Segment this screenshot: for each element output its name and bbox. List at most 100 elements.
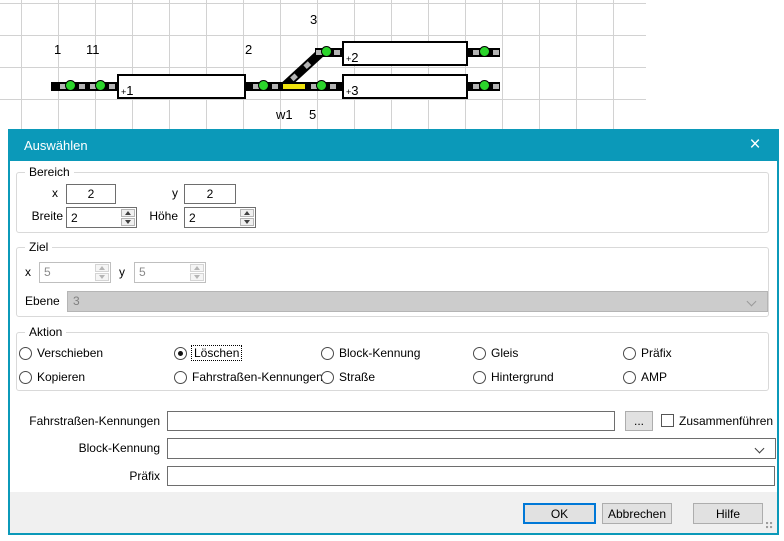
- radio-fahrstrassen-kennungen[interactable]: Fahrstraßen-Kennungen: [174, 370, 323, 384]
- spin-down-button[interactable]: [240, 218, 254, 226]
- ziel-x-stepper: 5: [39, 262, 111, 283]
- breite-label: Breite: [22, 209, 63, 224]
- spin-buttons: [189, 263, 205, 282]
- block-kennung-select[interactable]: [167, 438, 776, 459]
- radio-strasse[interactable]: Straße: [321, 370, 375, 384]
- merge-checkbox[interactable]: [661, 414, 674, 427]
- spin-buttons: [94, 263, 110, 282]
- hoehe-stepper[interactable]: [184, 207, 256, 228]
- track-tie: [334, 50, 340, 55]
- track-segment[interactable]: [308, 82, 342, 91]
- arrow-up-icon: [125, 211, 131, 215]
- ziel-y-stepper: 5: [134, 262, 206, 283]
- spin-down-button: [95, 273, 109, 281]
- occupancy-sensor-icon[interactable]: [258, 80, 269, 91]
- block-2[interactable]: +2: [342, 41, 468, 66]
- app-window: +1 +2 +3 1 11 2 3 w1 5 Auswählen × Berei…: [0, 0, 784, 541]
- ebene-label: Ebene: [25, 294, 60, 309]
- track-segment[interactable]: [468, 82, 500, 91]
- routes-label: Fahrstraßen-Kennungen: [20, 414, 160, 429]
- spin-buttons: [120, 208, 136, 227]
- sensor-label-1: 1: [54, 42, 61, 57]
- track-segment[interactable]: [468, 48, 500, 57]
- track-tie: [330, 84, 336, 89]
- track-tie: [493, 50, 499, 55]
- sensor-label-5: 5: [309, 107, 316, 122]
- radio-block-kennung[interactable]: Block-Kennung: [321, 346, 420, 360]
- bereich-y-input[interactable]: [184, 184, 236, 204]
- arrow-down-icon: [125, 220, 131, 224]
- occupancy-sensor-icon[interactable]: [65, 80, 76, 91]
- ziel-y-label: y: [119, 265, 125, 280]
- track-tie: [493, 84, 499, 89]
- bereich-x-input[interactable]: [66, 184, 116, 204]
- group-aktion: Aktion Verschieben Löschen Block-Kennung…: [16, 332, 769, 391]
- occupancy-sensor-icon[interactable]: [479, 80, 490, 91]
- radio-label: Straße: [339, 370, 375, 384]
- radio-button-icon: [174, 347, 187, 360]
- track-segment[interactable]: [246, 82, 281, 91]
- occupancy-sensor-icon[interactable]: [321, 46, 332, 57]
- ziel-x-label: x: [25, 265, 31, 280]
- hoehe-label: Höhe: [145, 209, 178, 224]
- radio-button-icon: [19, 371, 32, 384]
- close-icon[interactable]: ×: [733, 131, 777, 161]
- help-button[interactable]: Hilfe: [693, 503, 763, 524]
- merge-label: Zusammenführen: [679, 414, 773, 429]
- occupancy-sensor-icon[interactable]: [95, 80, 106, 91]
- radio-amp[interactable]: AMP: [623, 370, 667, 384]
- block-1[interactable]: +1: [117, 74, 246, 99]
- occupancy-sensor-icon[interactable]: [479, 46, 490, 57]
- spin-up-button[interactable]: [240, 209, 254, 217]
- ziel-x-value: 5: [40, 263, 94, 282]
- bereich-x-label: x: [47, 186, 63, 201]
- ziel-y-value: 5: [135, 263, 189, 282]
- radio-label: Präfix: [641, 346, 672, 360]
- track-segment[interactable]: [315, 48, 342, 57]
- group-ziel-legend: Ziel: [25, 240, 52, 254]
- spin-up-button[interactable]: [121, 209, 135, 217]
- occupancy-sensor-icon[interactable]: [316, 80, 327, 91]
- radio-hintergrund[interactable]: Hintergrund: [473, 370, 554, 384]
- radio-button-icon: [473, 371, 486, 384]
- ebene-value: 3: [73, 294, 80, 308]
- turnout-state-indicator: [283, 84, 305, 89]
- praefix-label: Präfix: [20, 469, 160, 484]
- block-label: +3: [346, 84, 359, 97]
- turnout-w1[interactable]: [281, 82, 308, 91]
- block-3[interactable]: +3: [342, 74, 468, 99]
- dialog-titlebar[interactable]: Auswählen ×: [10, 131, 777, 161]
- bereich-y-label: y: [167, 186, 183, 201]
- arrow-up-icon: [244, 211, 250, 215]
- ok-button[interactable]: OK: [523, 503, 596, 524]
- radio-verschieben[interactable]: Verschieben: [19, 346, 103, 360]
- dialog-auswaehlen: Auswählen × Bereich x y Breite Höhe: [8, 129, 779, 535]
- browse-button[interactable]: ...: [625, 411, 653, 431]
- track-tie: [79, 84, 85, 89]
- cancel-button[interactable]: Abbrechen: [602, 503, 672, 524]
- chevron-down-icon: [747, 297, 757, 307]
- resize-grip[interactable]: [766, 522, 774, 530]
- spin-buttons: [239, 208, 255, 227]
- praefix-input[interactable]: [167, 466, 775, 486]
- sensor-label-3: 3: [310, 12, 317, 27]
- track-tie: [272, 84, 278, 89]
- group-bereich-legend: Bereich: [25, 165, 74, 179]
- radio-label: Verschieben: [37, 346, 103, 360]
- turnout-label-w1: w1: [276, 107, 293, 122]
- arrow-up-icon: [99, 266, 105, 270]
- hoehe-input[interactable]: [185, 208, 239, 227]
- radio-loeschen[interactable]: Löschen: [174, 346, 241, 360]
- breite-input[interactable]: [67, 208, 120, 227]
- spin-down-button[interactable]: [121, 218, 135, 226]
- routes-input[interactable]: [167, 411, 615, 431]
- radio-label: Hintergrund: [491, 370, 554, 384]
- arrow-down-icon: [194, 275, 200, 279]
- track-segment[interactable]: [51, 82, 117, 91]
- radio-kopieren[interactable]: Kopieren: [19, 370, 85, 384]
- block-label: +2: [346, 51, 359, 64]
- radio-gleis[interactable]: Gleis: [473, 346, 518, 360]
- radio-praefix[interactable]: Präfix: [623, 346, 672, 360]
- breite-stepper[interactable]: [66, 207, 137, 228]
- arrow-up-icon: [194, 266, 200, 270]
